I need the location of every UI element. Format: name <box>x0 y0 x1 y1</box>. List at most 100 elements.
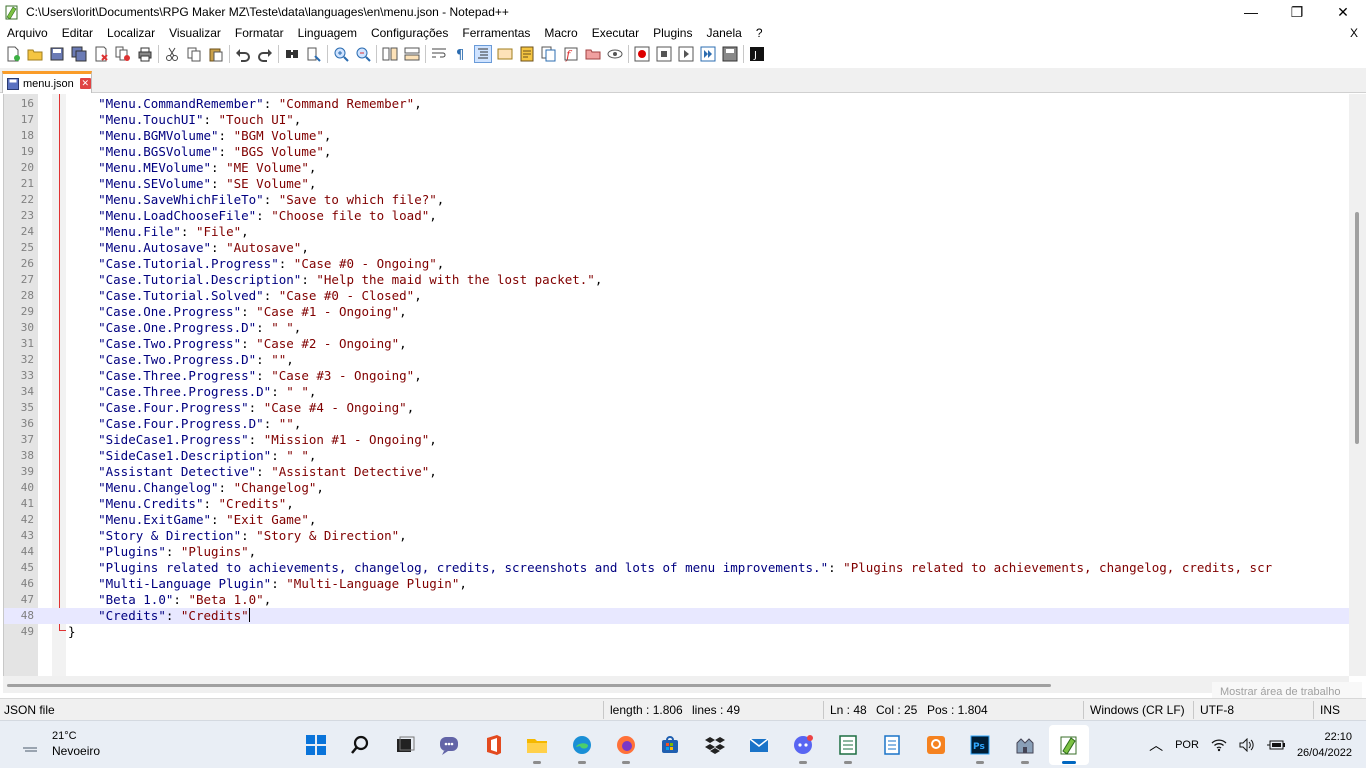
save-all-icon[interactable] <box>70 45 88 63</box>
show-hidden-icons-chevron-up-icon[interactable]: ︿ <box>1149 735 1163 755</box>
show-all-characters-icon[interactable]: ¶ <box>452 45 470 63</box>
pdf-app-icon[interactable] <box>916 725 956 765</box>
play-macro-icon[interactable] <box>677 45 695 63</box>
code-line[interactable]: 38 "SideCase1.Description": " ", <box>4 448 1349 464</box>
code-line[interactable]: 24 "Menu.File": "File", <box>4 224 1349 240</box>
code-line[interactable]: 36 "Case.Four.Progress.D": "", <box>4 416 1349 432</box>
indent-guide-icon[interactable] <box>474 45 492 63</box>
code-line[interactable]: 45 "Plugins related to achievements, cha… <box>4 560 1349 576</box>
stop-macro-icon[interactable] <box>655 45 673 63</box>
horizontal-scrollbar[interactable] <box>3 676 1349 693</box>
zoom-out-icon[interactable] <box>354 45 372 63</box>
sync-vertical-icon[interactable] <box>381 45 399 63</box>
menu-localizar[interactable]: Localizar <box>100 24 162 42</box>
menu-macro[interactable]: Macro <box>537 24 584 42</box>
status-insert-mode[interactable]: INS <box>1316 699 1340 721</box>
code-line[interactable]: 26 "Case.Tutorial.Progress": "Case #0 - … <box>4 256 1349 272</box>
run-macro-multiple-icon[interactable] <box>699 45 717 63</box>
sync-horizontal-icon[interactable] <box>403 45 421 63</box>
clock[interactable]: 22:10 26/04/2022 <box>1297 729 1352 761</box>
doc-list-icon[interactable] <box>540 45 558 63</box>
open-file-icon[interactable] <box>26 45 44 63</box>
copy-icon[interactable] <box>185 45 203 63</box>
menu-visualizar[interactable]: Visualizar <box>162 24 228 42</box>
dropbox-icon[interactable] <box>695 725 735 765</box>
close-button[interactable]: ✕ <box>1320 0 1366 24</box>
close-file-icon[interactable] <box>92 45 110 63</box>
task-view-icon[interactable] <box>385 725 425 765</box>
notes-icon[interactable] <box>872 725 912 765</box>
code-line[interactable]: 33 "Case.Three.Progress": "Case #3 - Ong… <box>4 368 1349 384</box>
code-line[interactable]: 35 "Case.Four.Progress": "Case #4 - Ongo… <box>4 400 1349 416</box>
tab-close-icon[interactable]: ✕ <box>79 78 91 89</box>
vertical-scrollbar-thumb[interactable] <box>1355 212 1359 444</box>
minimize-button[interactable]: — <box>1228 0 1274 24</box>
redo-icon[interactable] <box>256 45 274 63</box>
code-line[interactable]: 39 "Assistant Detective": "Assistant Det… <box>4 464 1349 480</box>
menu-linguagem[interactable]: Linguagem <box>291 24 364 42</box>
code-line[interactable]: 37 "SideCase1.Progress": "Mission #1 - O… <box>4 432 1349 448</box>
jstool-icon[interactable]: J <box>748 45 766 63</box>
input-language[interactable]: POR <box>1175 739 1199 751</box>
discord-icon[interactable] <box>783 725 823 765</box>
office-icon[interactable] <box>473 725 513 765</box>
find-icon[interactable] <box>283 45 301 63</box>
file-explorer-icon[interactable] <box>517 725 557 765</box>
menu-editar[interactable]: Editar <box>55 24 100 42</box>
code-line[interactable]: 48 "Credits": "Credits" <box>4 608 1349 624</box>
print-icon[interactable] <box>136 45 154 63</box>
user-defined-language-icon[interactable] <box>496 45 514 63</box>
record-macro-icon[interactable] <box>633 45 651 63</box>
code-line[interactable]: 47 "Beta 1.0": "Beta 1.0", <box>4 592 1349 608</box>
code-line[interactable]: 42 "Menu.ExitGame": "Exit Game", <box>4 512 1349 528</box>
wifi-icon[interactable] <box>1211 738 1227 752</box>
mail-icon[interactable] <box>739 725 779 765</box>
undo-icon[interactable] <box>234 45 252 63</box>
battery-plugged-icon[interactable] <box>1266 738 1285 752</box>
code-line[interactable]: 21 "Menu.SEVolume": "SE Volume", <box>4 176 1349 192</box>
microsoft-store-icon[interactable] <box>650 725 690 765</box>
search-icon[interactable] <box>340 725 380 765</box>
new-file-icon[interactable] <box>4 45 22 63</box>
menu-plugins[interactable]: Plugins <box>646 24 699 42</box>
menu-executar[interactable]: Executar <box>585 24 646 42</box>
weather-widget[interactable]: 21°C Nevoeiro <box>20 729 100 759</box>
close-all-icon[interactable] <box>114 45 132 63</box>
close-document-button[interactable]: X <box>1350 24 1358 42</box>
rpg-maker-icon[interactable] <box>1005 725 1045 765</box>
excel-icon[interactable] <box>828 725 868 765</box>
code-line[interactable]: 22 "Menu.SaveWhichFileTo": "Save to whic… <box>4 192 1349 208</box>
teams-chat-icon[interactable] <box>429 725 469 765</box>
menu-configuracoes[interactable]: Configurações <box>364 24 455 42</box>
folder-as-workspace-icon[interactable] <box>584 45 602 63</box>
code-line[interactable]: 40 "Menu.Changelog": "Changelog", <box>4 480 1349 496</box>
code-line[interactable]: 49} <box>4 624 1349 640</box>
code-line[interactable]: 25 "Menu.Autosave": "Autosave", <box>4 240 1349 256</box>
monitoring-icon[interactable] <box>606 45 624 63</box>
code-line[interactable]: 19 "Menu.BGSVolume": "BGS Volume", <box>4 144 1349 160</box>
menu-formatar[interactable]: Formatar <box>228 24 291 42</box>
code-line[interactable]: 43 "Story & Direction": "Story & Directi… <box>4 528 1349 544</box>
code-line[interactable]: 44 "Plugins": "Plugins", <box>4 544 1349 560</box>
firefox-icon[interactable] <box>606 725 646 765</box>
status-encoding[interactable]: UTF-8 <box>1196 699 1234 721</box>
maximize-button[interactable]: ❐ <box>1274 0 1320 24</box>
code-line[interactable]: 32 "Case.Two.Progress.D": "", <box>4 352 1349 368</box>
doc-map-icon[interactable] <box>518 45 536 63</box>
photoshop-icon[interactable]: Ps <box>960 725 1000 765</box>
code-line[interactable]: 31 "Case.Two.Progress": "Case #2 - Ongoi… <box>4 336 1349 352</box>
menu-janela[interactable]: Janela <box>699 24 748 42</box>
edge-icon[interactable] <box>562 725 602 765</box>
code-line[interactable]: 30 "Case.One.Progress.D": " ", <box>4 320 1349 336</box>
code-line[interactable]: 16 "Menu.CommandRemember": "Command Reme… <box>4 96 1349 112</box>
notepad-plus-plus-icon[interactable] <box>1049 725 1090 765</box>
volume-icon[interactable] <box>1239 738 1255 752</box>
replace-icon[interactable] <box>305 45 323 63</box>
code-line[interactable]: 41 "Menu.Credits": "Credits", <box>4 496 1349 512</box>
menu-arquivo[interactable]: Arquivo <box>0 24 55 42</box>
code-line[interactable]: 34 "Case.Three.Progress.D": " ", <box>4 384 1349 400</box>
code-line[interactable]: 20 "Menu.MEVolume": "ME Volume", <box>4 160 1349 176</box>
code-line[interactable]: 23 "Menu.LoadChooseFile": "Choose file t… <box>4 208 1349 224</box>
tab-menu-json[interactable]: menu.json ✕ <box>2 71 92 93</box>
code-editor[interactable]: 16 "Menu.CommandRemember": "Command Reme… <box>3 94 1366 676</box>
